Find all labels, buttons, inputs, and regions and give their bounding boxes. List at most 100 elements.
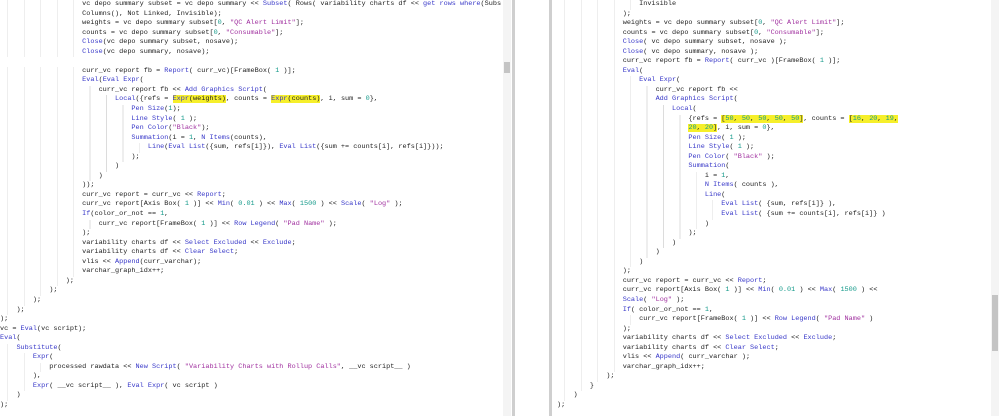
code-line[interactable]: ) <box>557 238 989 249</box>
left-script-editor[interactable]: vc depo summary subset = vc depo summary… <box>0 0 512 416</box>
keyword: Add Graphics Script <box>184 85 263 94</box>
code-line[interactable]: If(color_or_not == 1, <box>0 210 502 220</box>
code-line[interactable]: varchar_graph_idx++; <box>557 362 989 373</box>
code-line[interactable] <box>0 57 502 67</box>
code-line[interactable]: ); <box>0 401 502 411</box>
left-scrollbar-thumb[interactable] <box>504 62 510 73</box>
code-line[interactable]: Eval( <box>557 66 989 77</box>
code-line[interactable]: Scale( "Log" ); <box>557 295 989 306</box>
code-line[interactable]: weights = vc depo summary subset[0, "QC … <box>0 19 502 29</box>
code-line[interactable]: variability charts df << Clear Select; <box>557 343 989 354</box>
code-line[interactable]: ); <box>0 295 502 306</box>
code-line[interactable]: Pen Size( 1 ); <box>557 133 989 144</box>
code-line[interactable]: curr_vc report[Axis Box( 1 )] << Min( 0.… <box>0 200 502 211</box>
code-line[interactable]: curr_vc report[FrameBox( 1 )] << Row Leg… <box>557 315 989 325</box>
code-line[interactable]: ) <box>0 171 502 182</box>
code-line[interactable]: ); <box>557 372 989 382</box>
code-line[interactable]: Pen Size(1); <box>0 105 502 115</box>
keyword: Eval List <box>168 143 206 152</box>
code-line[interactable]: ); <box>557 267 989 277</box>
code-line[interactable]: ); <box>0 305 502 316</box>
code-line[interactable]: Eval List( {sum += counts[i], refs[i]} ) <box>557 210 989 220</box>
code-line[interactable]: Columns(), Not Linked, Invisible); <box>0 9 502 20</box>
code-line[interactable]: varchar_graph_idx++; <box>0 267 502 277</box>
right-script-editor[interactable]: Invisible ); weights = vc depo summary s… <box>553 0 999 416</box>
code-line[interactable]: Line Style( 1 ); <box>0 114 502 125</box>
code-line[interactable]: curr_vc report = curr_vc << Report; <box>557 276 989 287</box>
code-line[interactable]: Local({refs = Expr(weights), counts = Ex… <box>0 95 502 106</box>
code-line[interactable]: )); <box>0 181 502 191</box>
code-line[interactable]: ); <box>557 9 989 20</box>
code-line[interactable]: Pen Color("Black"); <box>0 124 502 134</box>
code-line[interactable]: Close( vc depo summary, nosave ); <box>557 47 989 58</box>
code-line[interactable]: ) <box>557 391 989 401</box>
code-line[interactable]: ), <box>0 372 502 382</box>
code-line[interactable]: ) <box>0 391 502 401</box>
code-line[interactable]: counts = vc depo summary subset[0, "Cons… <box>557 28 989 39</box>
code-line[interactable]: weights = vc depo summary subset[0, "QC … <box>557 19 989 29</box>
code-line[interactable]: Eval List( {sum, refs[i]} ), <box>557 200 989 211</box>
code-line[interactable]: Close(vc depo summary subset, nosave); <box>0 38 502 48</box>
code-line[interactable]: ) <box>0 162 502 172</box>
code-line[interactable]: ); <box>557 229 989 239</box>
code-line[interactable]: Expr( <box>0 353 502 363</box>
code-line[interactable]: vlis << Append( curr_varchar ); <box>557 353 989 363</box>
code-line[interactable]: Line Style( 1 ); <box>557 143 989 153</box>
code-line[interactable]: Summation(i = 1, N Items(counts), <box>0 133 502 144</box>
code-line[interactable]: ); <box>0 229 502 239</box>
keyword: If <box>622 305 631 314</box>
code-line[interactable]: Close( vc depo summary subset, nosave ); <box>557 38 989 48</box>
code-line[interactable]: } <box>557 381 989 392</box>
code-line[interactable]: ) <box>557 219 989 230</box>
code-line[interactable]: curr_vc report fb = Report( curr_vc)[Fra… <box>0 66 502 77</box>
code-line[interactable]: Eval(Eval Expr( <box>0 76 502 86</box>
code-line[interactable]: ); <box>0 152 502 163</box>
code-line[interactable]: Add Graphics Script( <box>557 95 989 106</box>
code-line[interactable]: Eval Expr( <box>557 76 989 86</box>
code-area[interactable]: vc depo summary subset = vc depo summary… <box>0 0 502 411</box>
code-line[interactable]: Substitute( <box>0 343 502 354</box>
code-line[interactable]: Line( <box>557 190 989 201</box>
code-line[interactable]: processed rawdata << New Script( "Variab… <box>0 362 502 373</box>
code-line[interactable]: curr_vc report fb << Add Graphics Script… <box>0 85 502 96</box>
code-line[interactable]: i = 1, <box>557 171 989 182</box>
code-line[interactable]: ) <box>557 248 989 258</box>
code-line[interactable]: vc depo summary subset = vc depo summary… <box>0 0 502 10</box>
code-area[interactable]: Invisible ); weights = vc depo summary s… <box>557 0 989 411</box>
code-line[interactable]: Summation( <box>557 162 989 172</box>
code-line[interactable]: vlis << Append(curr_varchar); <box>0 257 502 268</box>
code-line[interactable]: If( color_or_not == 1, <box>557 305 989 316</box>
code-line[interactable]: ) <box>557 257 989 268</box>
code-line[interactable]: variability charts df << Select Excluded… <box>0 238 502 249</box>
right-scrollbar-thumb[interactable] <box>992 295 998 351</box>
code-line[interactable]: ); <box>557 324 989 335</box>
number-literal: 1 <box>819 57 824 66</box>
code-line[interactable]: N Items( counts ), <box>557 181 989 191</box>
code-line[interactable]: Eval( <box>0 334 502 344</box>
code-line[interactable]: variability charts df << Clear Select; <box>0 248 502 258</box>
code-line[interactable]: Pen Color( "Black" ); <box>557 152 989 163</box>
code-line[interactable]: curr_vc report fb = Report( curr_vc )[Fr… <box>557 57 989 67</box>
left-vertical-scrollbar[interactable] <box>503 0 511 416</box>
code-line[interactable]: Expr( __vc script__ ), Eval Expr( vc scr… <box>0 381 502 392</box>
code-line[interactable]: Local( <box>557 105 989 115</box>
right-vertical-scrollbar[interactable] <box>991 0 999 416</box>
code-line[interactable]: Invisible <box>557 0 989 10</box>
keyword: Close <box>82 47 103 56</box>
code-line[interactable]: 20, 20], i, sum = 0}, <box>557 124 989 134</box>
code-line[interactable]: curr_vc report[FrameBox( 1 )] << Row Leg… <box>0 219 502 230</box>
code-line[interactable]: vc = Eval(vc script); <box>0 325 502 335</box>
code-line[interactable]: curr_vc report = curr_vc << Report; <box>0 190 502 201</box>
code-line[interactable]: curr_vc report fb << <box>557 85 989 96</box>
code-line[interactable]: ); <box>0 276 502 287</box>
code-line[interactable]: variability charts df << Select Excluded… <box>557 334 989 344</box>
code-line[interactable]: counts = vc depo summary subset[0, "Cons… <box>0 28 502 39</box>
code-line[interactable]: curr_vc report[Axis Box( 1 )] << Min( 0.… <box>557 286 989 296</box>
code-line[interactable]: Line(Eval List({sum, refs[i]}), Eval Lis… <box>0 143 502 153</box>
code-line[interactable]: ); <box>0 315 502 325</box>
code-line[interactable]: {refs = [50, 50, 50, 50, 50], counts = [… <box>557 114 989 125</box>
code-line[interactable]: Close(vc depo summary, nosave); <box>0 47 502 58</box>
code-line[interactable]: ); <box>0 286 502 296</box>
number-literal: 1 <box>180 114 185 123</box>
code-line[interactable]: ); <box>557 401 989 411</box>
